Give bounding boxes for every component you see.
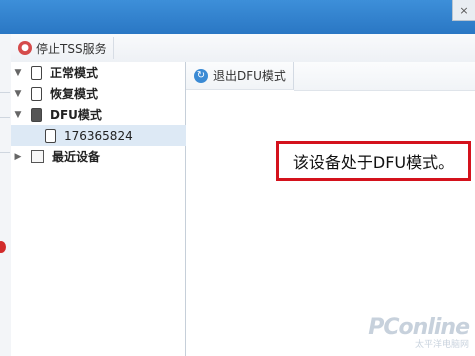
tree-item-recent-devices[interactable]: ▶ 最近设备 bbox=[11, 146, 185, 167]
content-toolbar bbox=[294, 62, 475, 91]
device-icon bbox=[45, 128, 56, 143]
status-text: 该设备处于DFU模式。 bbox=[292, 153, 455, 172]
tree-item-label: 176365824 bbox=[64, 128, 133, 143]
device-tree: ▼ 正常模式 ▼ 恢复模式 ▼ DFU模式 176365824 ▶ 最近设备 bbox=[11, 62, 219, 356]
tree-item-label: 最近设备 bbox=[52, 150, 101, 164]
tree-item-dfu-mode[interactable]: ▼ DFU模式 bbox=[11, 104, 185, 125]
tree-item-normal-mode[interactable]: ▼ 正常模式 bbox=[11, 62, 185, 83]
dfu-status-message: 该设备处于DFU模式。 bbox=[276, 141, 471, 181]
refresh-icon: ↻ bbox=[194, 68, 208, 83]
tree-item-label: 恢复模式 bbox=[50, 87, 99, 101]
divider bbox=[0, 152, 10, 153]
close-button[interactable]: × bbox=[452, 0, 475, 21]
exit-dfu-button[interactable]: ↻ 退出DFU模式 bbox=[186, 62, 294, 90]
status-dot bbox=[0, 241, 6, 253]
tree-item-label: DFU模式 bbox=[50, 108, 102, 122]
expand-arrow-icon[interactable]: ▼ bbox=[11, 110, 25, 120]
content-panel: ↻ 退出DFU模式 该设备处于DFU模式。 PConline 太平洋电脑网 bbox=[186, 62, 475, 356]
close-icon: × bbox=[459, 3, 469, 17]
title-bar bbox=[0, 0, 475, 34]
tree-item-recovery-mode[interactable]: ▼ 恢复模式 bbox=[11, 83, 185, 104]
stop-tss-button[interactable]: ● 停止TSS服务 bbox=[15, 37, 114, 59]
tree-item-label: 正常模式 bbox=[50, 66, 99, 80]
divider bbox=[0, 117, 10, 118]
dfu-device-icon bbox=[31, 107, 42, 122]
device-icon bbox=[31, 65, 42, 80]
watermark-logo: PConline bbox=[368, 315, 470, 340]
collapse-arrow-icon[interactable]: ▶ bbox=[11, 152, 25, 162]
exit-dfu-label: 退出DFU模式 bbox=[213, 69, 286, 83]
toolbar: ● 停止TSS服务 bbox=[11, 34, 475, 63]
stop-tss-label: 停止TSS服务 bbox=[36, 41, 107, 56]
recovery-icon bbox=[31, 86, 42, 101]
folder-icon bbox=[31, 150, 44, 163]
divider bbox=[0, 92, 10, 93]
stop-tss-icon: ● bbox=[18, 41, 32, 55]
watermark-subtitle: 太平洋电脑网 bbox=[414, 340, 469, 350]
expand-arrow-icon[interactable]: ▼ bbox=[11, 89, 25, 99]
watermark: PConline 太平洋电脑网 bbox=[368, 315, 470, 350]
expand-arrow-icon[interactable]: ▼ bbox=[11, 68, 25, 78]
